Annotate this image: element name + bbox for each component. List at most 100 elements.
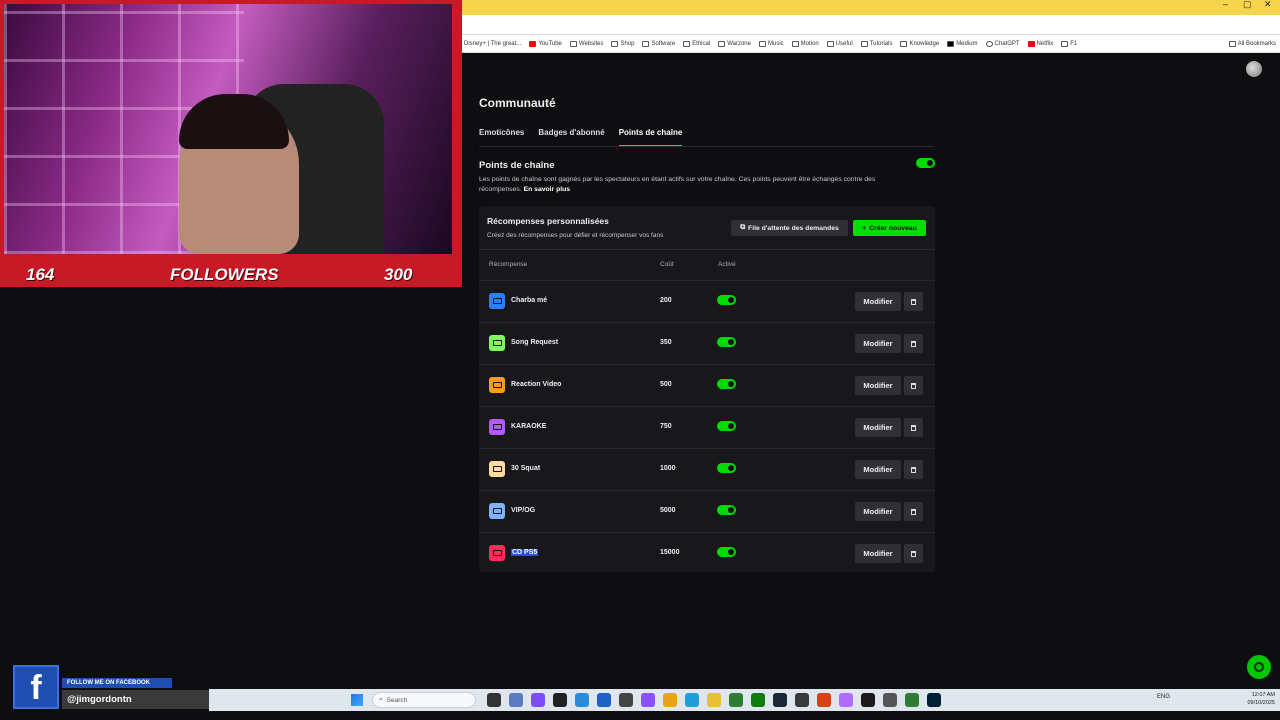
minimize-icon[interactable]: – (1223, 0, 1228, 9)
reward-gift-icon (489, 419, 505, 435)
reward-active-toggle[interactable] (717, 295, 736, 305)
modify-button[interactable]: Modifier (855, 502, 901, 521)
bookmark-chatgpt[interactable]: ChatGPT (985, 40, 1020, 47)
taskbar-app-icon[interactable] (773, 693, 787, 707)
taskbar-app-icon[interactable] (663, 693, 677, 707)
trash-icon (911, 508, 916, 515)
toggle-switch[interactable] (717, 379, 736, 389)
reward-active-toggle[interactable] (717, 337, 736, 347)
reward-active-toggle[interactable] (717, 547, 736, 557)
toggle-switch[interactable] (717, 505, 736, 515)
reward-cost: 1000 (660, 465, 676, 472)
learn-more-link[interactable]: En savoir plus (524, 186, 570, 193)
taskbar-app-icon[interactable] (597, 693, 611, 707)
facebook-handle: @jimgordontn (62, 690, 209, 709)
delete-button[interactable] (904, 502, 923, 521)
bookmark-netflix[interactable]: Netflix (1027, 40, 1053, 47)
bookmark-knowledge[interactable]: Knowledge (900, 40, 939, 47)
create-new-button[interactable]: + Créer nouveau (853, 220, 926, 236)
reward-name: Charba mé (511, 297, 548, 304)
help-button[interactable] (1247, 655, 1271, 679)
reward-name: Song Request (511, 339, 559, 346)
screen: 164 FOLLOWERS 300 – ▢ ✕ Disney+ | The gr… (0, 0, 1280, 720)
bookmark-motion[interactable]: Motion (791, 40, 819, 47)
taskbar-app-icon[interactable] (905, 693, 919, 707)
request-queue-button[interactable]: ⧉ File d'attente des demandes (731, 220, 848, 236)
bookmark-all[interactable]: All Bookmarks (1228, 40, 1276, 47)
bookmark-useful[interactable]: Useful (826, 40, 853, 47)
bookmark-software[interactable]: Software (642, 40, 675, 47)
taskbar-clock[interactable]: 12:07 AM 09/10/2025 (1239, 691, 1275, 707)
bookmark-medium[interactable]: Medium (947, 40, 978, 47)
taskbar-app-icon[interactable] (839, 693, 853, 707)
reward-row: Song Request 350 Modifier (479, 322, 935, 364)
reward-row: KARAOKE 750 Modifier (479, 406, 935, 448)
tab-channel-points[interactable]: Points de chaîne (618, 128, 683, 147)
bookmark-f1[interactable]: F1 (1061, 40, 1077, 47)
bookmark-ethical[interactable]: Ethical (683, 40, 710, 47)
bookmark-youtube[interactable]: YouTube (529, 40, 562, 47)
toggle-switch[interactable] (717, 421, 736, 431)
toggle-switch[interactable] (916, 158, 935, 168)
reward-active-toggle[interactable] (717, 421, 736, 431)
column-reward: Récompense (489, 261, 528, 268)
taskbar-app-icon[interactable] (575, 693, 589, 707)
address-bar[interactable] (462, 15, 1280, 35)
section-title: Points de chaîne (479, 160, 555, 171)
delete-button[interactable] (904, 292, 923, 311)
folder-icon (1228, 40, 1236, 47)
modify-button[interactable]: Modifier (855, 334, 901, 353)
taskbar-app-icon[interactable] (729, 693, 743, 707)
taskbar-app-icon[interactable] (861, 693, 875, 707)
taskbar-app-icon[interactable] (553, 693, 567, 707)
maximize-icon[interactable]: ▢ (1243, 0, 1252, 9)
taskbar-app-icon[interactable] (817, 693, 831, 707)
close-icon[interactable]: ✕ (1264, 0, 1272, 9)
taskbar-search[interactable]: ⌕ Search (372, 692, 476, 708)
facebook-icon: f (13, 665, 59, 709)
taskbar-app-icon[interactable] (795, 693, 809, 707)
reward-active-toggle[interactable] (717, 505, 736, 515)
user-avatar[interactable] (1246, 61, 1262, 77)
taskbar-app-icon[interactable] (927, 693, 941, 707)
taskbar-app-icon[interactable] (751, 693, 765, 707)
taskbar-app-icon[interactable] (707, 693, 721, 707)
language-indicator[interactable]: ENG (1157, 694, 1170, 700)
toggle-switch[interactable] (717, 463, 736, 473)
tab-sub-badges[interactable]: Badges d'abonné (538, 128, 604, 147)
modify-button[interactable]: Modifier (855, 418, 901, 437)
bookmark-websites[interactable]: Websites (569, 40, 603, 47)
taskbar-search-placeholder: Search (386, 696, 408, 704)
taskbar-app-icon[interactable] (685, 693, 699, 707)
taskbar-app-icon[interactable] (641, 693, 655, 707)
modify-button[interactable]: Modifier (855, 544, 901, 563)
delete-button[interactable] (904, 334, 923, 353)
delete-button[interactable] (904, 460, 923, 479)
toggle-switch[interactable] (717, 547, 736, 557)
delete-button[interactable] (904, 376, 923, 395)
bookmark-music[interactable]: Music (758, 40, 784, 47)
bookmark-warzone[interactable]: Warzone (718, 40, 751, 47)
channel-points-toggle[interactable] (916, 158, 935, 168)
tab-emotes[interactable]: Emoticônes (479, 128, 524, 147)
modify-button[interactable]: Modifier (855, 376, 901, 395)
reward-active-toggle[interactable] (717, 379, 736, 389)
bookmark-tutorials[interactable]: Tutorials (860, 40, 892, 47)
taskbar-app-icon[interactable] (509, 693, 523, 707)
delete-button[interactable] (904, 418, 923, 437)
taskbar-app-icon[interactable] (531, 693, 545, 707)
column-active: Activé (718, 261, 736, 268)
windows-start-icon[interactable] (351, 694, 363, 706)
bookmark-0[interactable]: Disney+ | The great... (464, 41, 521, 47)
taskbar-app-icon[interactable] (619, 693, 633, 707)
bookmark-shop[interactable]: Shop (611, 40, 634, 47)
reward-active-toggle[interactable] (717, 463, 736, 473)
toggle-switch[interactable] (717, 295, 736, 305)
netflix-icon (1027, 40, 1035, 47)
modify-button[interactable]: Modifier (855, 460, 901, 479)
taskbar-app-icon[interactable] (487, 693, 501, 707)
delete-button[interactable] (904, 544, 923, 563)
modify-button[interactable]: Modifier (855, 292, 901, 311)
taskbar-app-icon[interactable] (883, 693, 897, 707)
toggle-switch[interactable] (717, 337, 736, 347)
